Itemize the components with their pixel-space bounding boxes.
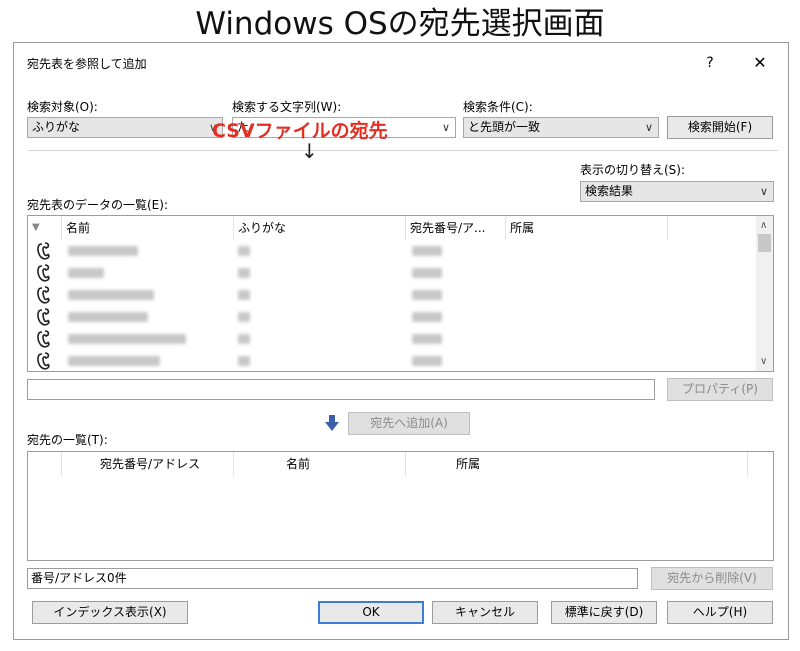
destination-list-label: 宛先の一覧(T):	[27, 433, 108, 447]
search-start-button[interactable]: 検索開始(F)	[667, 116, 773, 139]
index-display-button[interactable]: インデックス表示(X)	[32, 601, 188, 624]
redacted-furigana	[238, 268, 250, 278]
redacted-name	[68, 246, 138, 256]
display-toggle-select[interactable]: 検索結果 ∨	[580, 181, 774, 202]
destination-list-header: 宛先番号/アドレス 名前 所属	[28, 452, 773, 476]
address-detail-field[interactable]	[27, 379, 655, 400]
redacted-furigana	[238, 246, 250, 256]
redacted-number	[412, 334, 442, 344]
search-target-label: 検索対象(O):	[27, 100, 98, 114]
phone-icon	[37, 308, 50, 326]
chevron-down-icon: ∨	[441, 121, 450, 134]
ok-button[interactable]: OK	[318, 601, 424, 624]
display-toggle-label: 表示の切り替え(S):	[580, 163, 686, 177]
phone-icon	[37, 352, 50, 370]
search-condition-value: と先頭が一致	[468, 120, 541, 134]
close-icon[interactable]: ✕	[750, 53, 770, 73]
search-target-value: ふりがな	[32, 120, 81, 134]
search-string-label: 検索する文字列(W):	[232, 100, 342, 114]
help-button[interactable]: ヘルプ(H)	[667, 601, 773, 624]
csv-annotation: CSVファイルの宛先	[212, 120, 388, 142]
page-heading: Windows OSの宛先選択画面	[195, 6, 605, 42]
redacted-name	[68, 334, 186, 344]
redacted-name	[68, 290, 154, 300]
cancel-button[interactable]: キャンセル	[432, 601, 538, 624]
column-header-dest-affiliation[interactable]: 所属	[406, 452, 748, 476]
phone-icon	[37, 264, 50, 282]
list-item[interactable]	[28, 240, 748, 262]
address-list-header: ▼ 名前 ふりがな 宛先番号/ア... 所属	[28, 216, 773, 240]
address-book-dialog: 宛先表を参照して追加 ? ✕ 検索対象(O): 検索する文字列(W): 検索条件…	[13, 42, 789, 640]
remove-from-destination-button[interactable]: 宛先から削除(V)	[651, 567, 773, 590]
redacted-number	[412, 268, 442, 278]
vertical-scrollbar[interactable]: ∧ ∨	[756, 216, 773, 371]
column-header-number[interactable]: 宛先番号/ア...	[406, 216, 506, 240]
sort-icon[interactable]: ▼	[28, 216, 62, 240]
help-icon[interactable]: ?	[700, 53, 720, 73]
column-header-affiliation[interactable]: 所属	[506, 216, 668, 240]
search-condition-label: 検索条件(C):	[463, 100, 533, 114]
annotation-arrow: ↓	[301, 139, 318, 163]
reset-default-button[interactable]: 標準に戻す(D)	[551, 601, 657, 624]
phone-icon	[37, 242, 50, 260]
phone-icon	[37, 286, 50, 304]
column-header-blank	[28, 452, 62, 476]
redacted-number	[412, 246, 442, 256]
scroll-down-icon[interactable]: ∨	[760, 356, 767, 367]
column-header-dest-name[interactable]: 名前	[234, 452, 406, 476]
title-bar: 宛先表を参照して追加 ? ✕	[14, 43, 788, 83]
scroll-up-icon[interactable]: ∧	[760, 220, 767, 231]
display-toggle-value: 検索結果	[585, 184, 634, 198]
search-condition-select[interactable]: と先頭が一致 ∨	[463, 117, 659, 138]
list-item[interactable]	[28, 306, 748, 328]
redacted-furigana	[238, 312, 250, 322]
column-header-furigana[interactable]: ふりがな	[234, 216, 406, 240]
status-field: 番号/アドレス0件	[27, 568, 638, 589]
redacted-number	[412, 356, 442, 366]
chevron-down-icon: ∨	[644, 121, 653, 134]
chevron-down-icon: ∨	[759, 185, 768, 198]
redacted-number	[412, 290, 442, 300]
redacted-furigana	[238, 334, 250, 344]
phone-icon	[37, 330, 50, 348]
properties-button[interactable]: プロパティ(P)	[667, 378, 773, 401]
redacted-name	[68, 312, 148, 322]
column-header-dest-number[interactable]: 宛先番号/アドレス	[62, 452, 234, 476]
add-to-destination-button[interactable]: 宛先へ追加(A)	[348, 412, 470, 435]
address-list[interactable]: ▼ 名前 ふりがな 宛先番号/ア... 所属 ∧ ∨	[27, 215, 774, 372]
redacted-furigana	[238, 290, 250, 300]
redacted-name	[68, 268, 104, 278]
arrow-down-icon	[325, 415, 339, 431]
redacted-furigana	[238, 356, 250, 366]
destination-list[interactable]: 宛先番号/アドレス 名前 所属	[27, 451, 774, 561]
search-target-select[interactable]: ふりがな ∨	[27, 117, 223, 138]
list-item[interactable]	[28, 284, 748, 306]
list-item[interactable]	[28, 262, 748, 284]
list-item[interactable]	[28, 350, 748, 371]
address-list-label: 宛先表のデータの一覧(E):	[27, 198, 168, 212]
divider	[28, 150, 778, 151]
scroll-thumb[interactable]	[758, 234, 771, 252]
column-header-name[interactable]: 名前	[62, 216, 234, 240]
dialog-title: 宛先表を参照して追加	[27, 57, 147, 71]
list-item[interactable]	[28, 328, 748, 350]
redacted-number	[412, 312, 442, 322]
redacted-name	[68, 356, 160, 366]
